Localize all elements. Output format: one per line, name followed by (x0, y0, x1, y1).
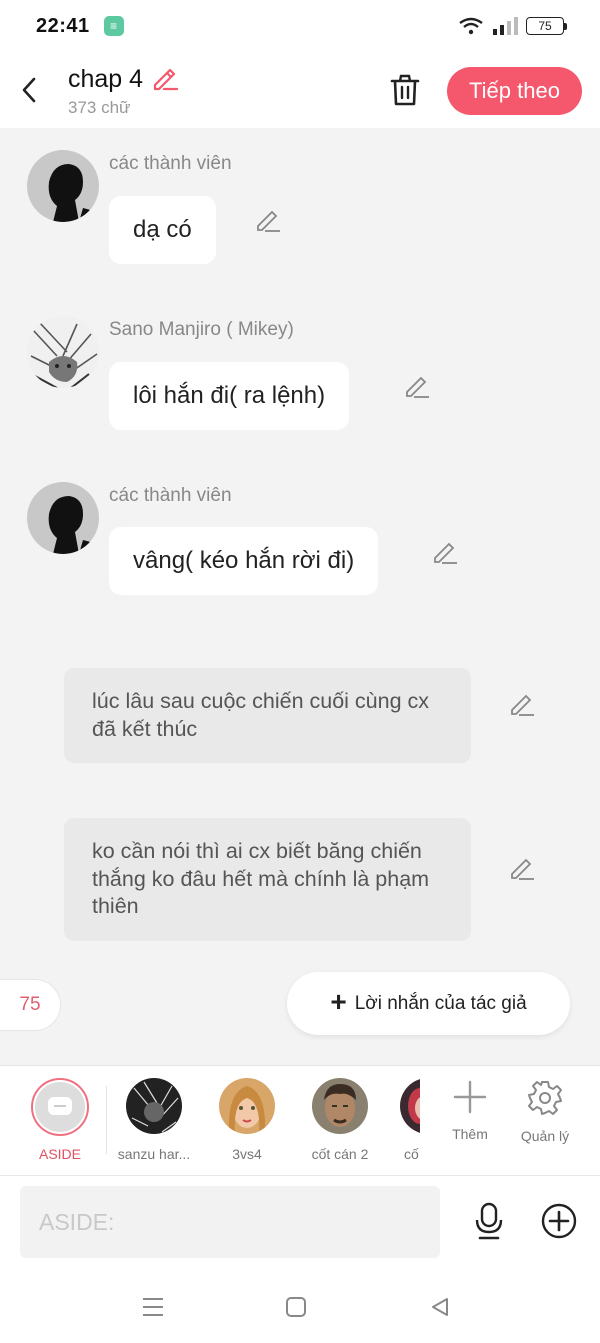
character-avatar (219, 1078, 275, 1134)
message-bubble[interactable]: dạ có (109, 196, 216, 264)
sender-name: các thành viên (109, 153, 232, 174)
character-name: ASIDE (38, 1146, 81, 1162)
message-bubble[interactable]: lôi hắn đi( ra lệnh) (109, 362, 350, 430)
plus-icon (453, 1080, 487, 1114)
add-circle-icon[interactable] (538, 1200, 580, 1242)
manage-button[interactable]: Quản lý (510, 1080, 580, 1144)
avatar[interactable] (27, 316, 99, 388)
plus-icon: + (330, 986, 347, 1017)
back-icon[interactable] (4, 52, 54, 128)
character-item[interactable]: 3vs4 (207, 1078, 287, 1162)
status-bar: 22:41 ≡ 75 (0, 0, 600, 52)
microphone-icon[interactable] (468, 1200, 510, 1242)
word-count: 373 chữ (68, 97, 131, 117)
aside-input[interactable] (20, 1186, 440, 1258)
app-notification-icon: ≡ (103, 16, 124, 36)
input-bar (0, 1175, 600, 1270)
character-item[interactable]: cố (380, 1078, 420, 1162)
edit-icon[interactable] (431, 538, 459, 566)
divider (106, 1086, 107, 1154)
edit-icon[interactable] (508, 690, 536, 718)
character-name: sanzu har... (117, 1146, 191, 1162)
character-bar: ASIDE sanzu har... 3vs4 cốt cán 2 cố Thê… (0, 1065, 600, 1175)
edit-title-icon[interactable] (151, 63, 179, 96)
signal-icon (493, 17, 518, 35)
title-block: chap 4 373 chữ (68, 63, 179, 118)
character-name: 3vs4 (232, 1146, 262, 1162)
character-aside[interactable]: ASIDE (20, 1078, 100, 1162)
edit-icon[interactable] (508, 854, 536, 882)
comment-icon (48, 1097, 72, 1115)
sender-name: Sano Manjiro ( Mikey) (109, 319, 294, 340)
avatar[interactable] (27, 150, 99, 222)
battery-icon: 75 (526, 17, 567, 35)
author-note-button[interactable]: + Lời nhắn của tác giả (287, 972, 570, 1035)
sender-name: các thành viên (109, 485, 232, 506)
menu-icon[interactable] (138, 1292, 168, 1322)
gear-icon (528, 1081, 562, 1115)
character-item[interactable]: sanzu har... (114, 1078, 194, 1162)
counter-badge[interactable]: 75 (0, 979, 61, 1031)
add-label: Thêm (452, 1126, 488, 1142)
wifi-icon (459, 17, 483, 35)
header: chap 4 373 chữ Tiếp theo (0, 52, 600, 128)
message-bubble[interactable]: vâng( kéo hắn rời đi) (109, 527, 379, 595)
system-nav-bar (0, 1270, 600, 1343)
chapter-title: chap 4 (68, 64, 144, 93)
status-time: 22:41 (36, 14, 90, 37)
author-note-label: Lời nhắn của tác giả (354, 992, 527, 1014)
add-character-button[interactable]: Thêm (435, 1080, 505, 1142)
manage-label: Quản lý (520, 1128, 570, 1144)
chat-area: các thành viên dạ có Sano Manjiro ( Mike… (0, 128, 600, 1065)
aside-avatar (31, 1078, 89, 1136)
edit-icon[interactable] (254, 206, 282, 234)
next-button[interactable]: Tiếp theo (447, 67, 582, 115)
avatar[interactable] (27, 482, 99, 554)
narration-bubble[interactable]: lúc lâu sau cuộc chiến cuối cùng cx đã k… (64, 668, 471, 763)
back-nav-icon[interactable] (425, 1292, 455, 1322)
character-name: cố (404, 1146, 419, 1162)
character-item[interactable]: cốt cán 2 (300, 1078, 380, 1162)
trash-icon[interactable] (386, 70, 424, 110)
narration-bubble[interactable]: ko cần nói thì ai cx biết băng chiến thắ… (64, 818, 471, 941)
status-indicators: 75 (458, 17, 567, 35)
character-avatar (400, 1078, 420, 1134)
home-icon[interactable] (281, 1292, 311, 1322)
edit-icon[interactable] (403, 372, 431, 400)
character-name: cốt cán 2 (311, 1146, 369, 1162)
character-avatar (126, 1078, 182, 1134)
character-avatar (312, 1078, 368, 1134)
